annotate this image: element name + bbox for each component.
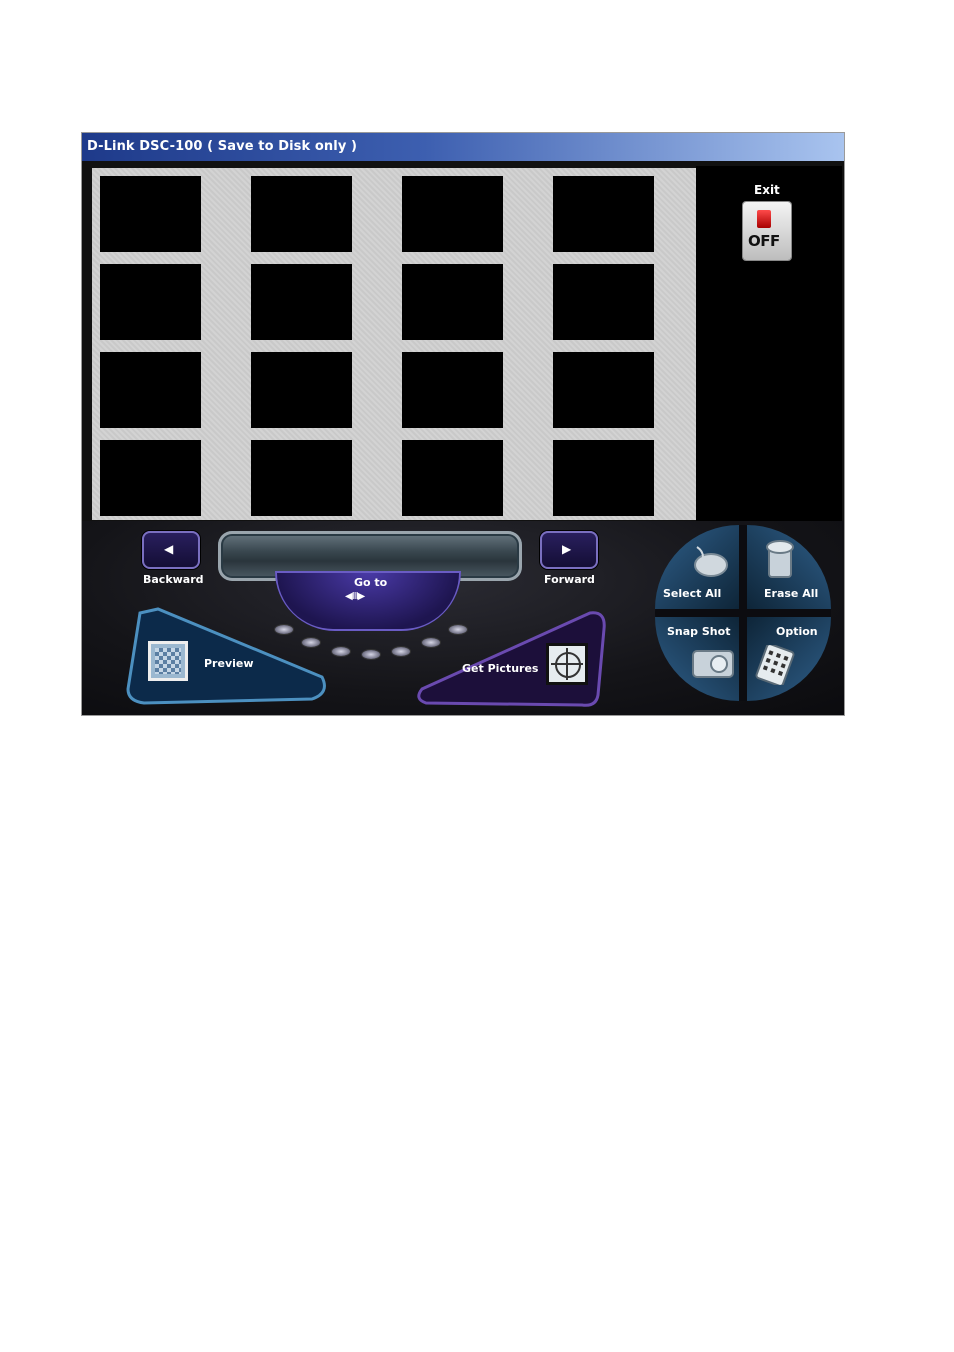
thumbnail-slot-5[interactable] [100,264,201,340]
forward-label: Forward [544,573,595,586]
snap-shot-label: Snap Shot [667,625,731,638]
arrow-left-icon: ◀ [164,542,174,556]
thumbnail-slot-13[interactable] [100,440,201,516]
thumbnail-slot-4[interactable] [553,176,654,252]
get-pictures-label: Get Pictures [462,662,539,675]
calculator-icon [755,645,795,685]
thumbnail-slot-6[interactable] [251,264,352,340]
thumbnail-slot-7[interactable] [402,264,503,340]
page-indicator-dot[interactable] [332,647,350,656]
power-switch-icon [757,210,771,228]
thumbnail-slot-10[interactable] [251,352,352,428]
page-indicator-dot[interactable] [392,647,410,656]
window-title[interactable]: D-Link DSC-100 ( Save to Disk only ) [82,133,844,161]
goto-label: Go to [354,576,388,589]
camera-icon [692,650,734,678]
snap-shot-button[interactable]: Snap Shot [655,617,739,701]
action-wheel: Select All Erase All Snap Shot Option [655,525,831,701]
preview-label: Preview [204,657,254,670]
target-frame-icon [546,643,588,685]
erase-all-label: Erase All [764,587,819,600]
thumbnail-slot-8[interactable] [553,264,654,340]
exit-label: Exit [754,183,780,197]
trash-can-icon [766,540,794,578]
thumbnail-slot-12[interactable] [553,352,654,428]
thumbnail-slot-2[interactable] [251,176,352,252]
preview-button[interactable]: Preview [122,605,332,705]
page-indicator-dot[interactable] [362,650,380,659]
thumbnail-slot-9[interactable] [100,352,201,428]
erase-all-button[interactable]: Erase All [747,525,831,609]
select-all-button[interactable]: Select All [655,525,739,609]
control-panel: ◀ Backward ▶ Forward ◀III▶ Go to Preview [82,521,844,715]
select-all-label: Select All [663,587,722,600]
mouse-icon [694,546,728,577]
get-pictures-button[interactable]: Get Pictures [412,609,612,709]
forward-button[interactable]: ▶ [540,531,598,569]
backward-label: Backward [143,573,204,586]
exit-button[interactable]: OFF [743,202,791,260]
option-label: Option [776,625,818,638]
thumbnail-slot-14[interactable] [251,440,352,516]
thumbnail-slot-3[interactable] [402,176,503,252]
thumbnail-slot-1[interactable] [100,176,201,252]
thumbnail-grid [92,168,696,520]
option-button[interactable]: Option [747,617,831,701]
backward-button[interactable]: ◀ [142,531,200,569]
thumbnail-slot-15[interactable] [402,440,503,516]
film-grid-icon [148,641,188,681]
exit-switch-text: OFF [748,232,780,250]
arrow-right-icon: ▶ [562,542,572,556]
thumbnail-slot-16[interactable] [553,440,654,516]
thumbnail-slot-11[interactable] [402,352,503,428]
dial-arrows-icon: ◀III▶ [345,591,365,602]
app-window: D-Link DSC-100 ( Save to Disk only ) Exi… [81,132,845,716]
